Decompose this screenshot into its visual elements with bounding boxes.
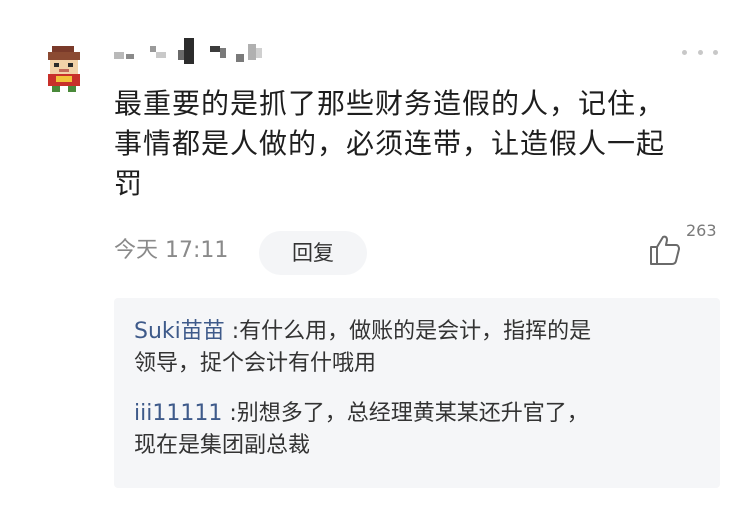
reply-text: :有什么用，做账的是会计，指挥的是 — [224, 319, 592, 344]
dot — [713, 49, 718, 55]
avatar[interactable] — [42, 44, 86, 94]
comment-text: 最重要的是抓了那些财务造假的人，记住， 事情都是人做的，必须连带，让造假人一起 … — [114, 84, 724, 204]
reply-text: 领导，捉个会计有什哦用 — [134, 351, 377, 376]
like-count: 263 — [686, 221, 717, 240]
username-obscured[interactable] — [112, 36, 282, 66]
comment-timestamp: 今天 17:11 — [114, 238, 229, 263]
reply-button[interactable]: 回复 — [259, 231, 367, 275]
replies-box: Suki苗苗 :有什么用，做账的是会计，指挥的是 领导，捉个会计有什哦用 iii… — [114, 298, 720, 488]
reply-item[interactable]: Suki苗苗 :有什么用，做账的是会计，指挥的是 领导，捉个会计有什哦用 — [134, 316, 714, 380]
reply-text: 现在是集团副总裁 — [134, 433, 311, 458]
reply-item[interactable]: iii11111 :别想多了，总经理黄某某还升官了， 现在是集团副总裁 — [134, 398, 714, 462]
reply-text: :别想多了，总经理黄某某还升官了， — [222, 401, 589, 426]
comment-line: 最重要的是抓了那些财务造假的人，记住， — [114, 87, 666, 120]
reply-line: Suki苗苗 :有什么用，做账的是会计，指挥的是 — [134, 316, 714, 348]
reply-author[interactable]: iii11111 — [134, 401, 222, 426]
thumbs-up-icon[interactable] — [648, 234, 682, 266]
reply-line: iii11111 :别想多了，总经理黄某某还升官了， — [134, 398, 714, 430]
comment-line: 事情都是人做的，必须连带，让造假人一起 — [114, 127, 666, 160]
dot — [697, 49, 703, 55]
dot — [682, 49, 687, 55]
more-options-icon[interactable] — [682, 42, 718, 62]
reply-author[interactable]: Suki苗苗 — [134, 319, 225, 344]
comment-line: 罚 — [114, 167, 144, 200]
